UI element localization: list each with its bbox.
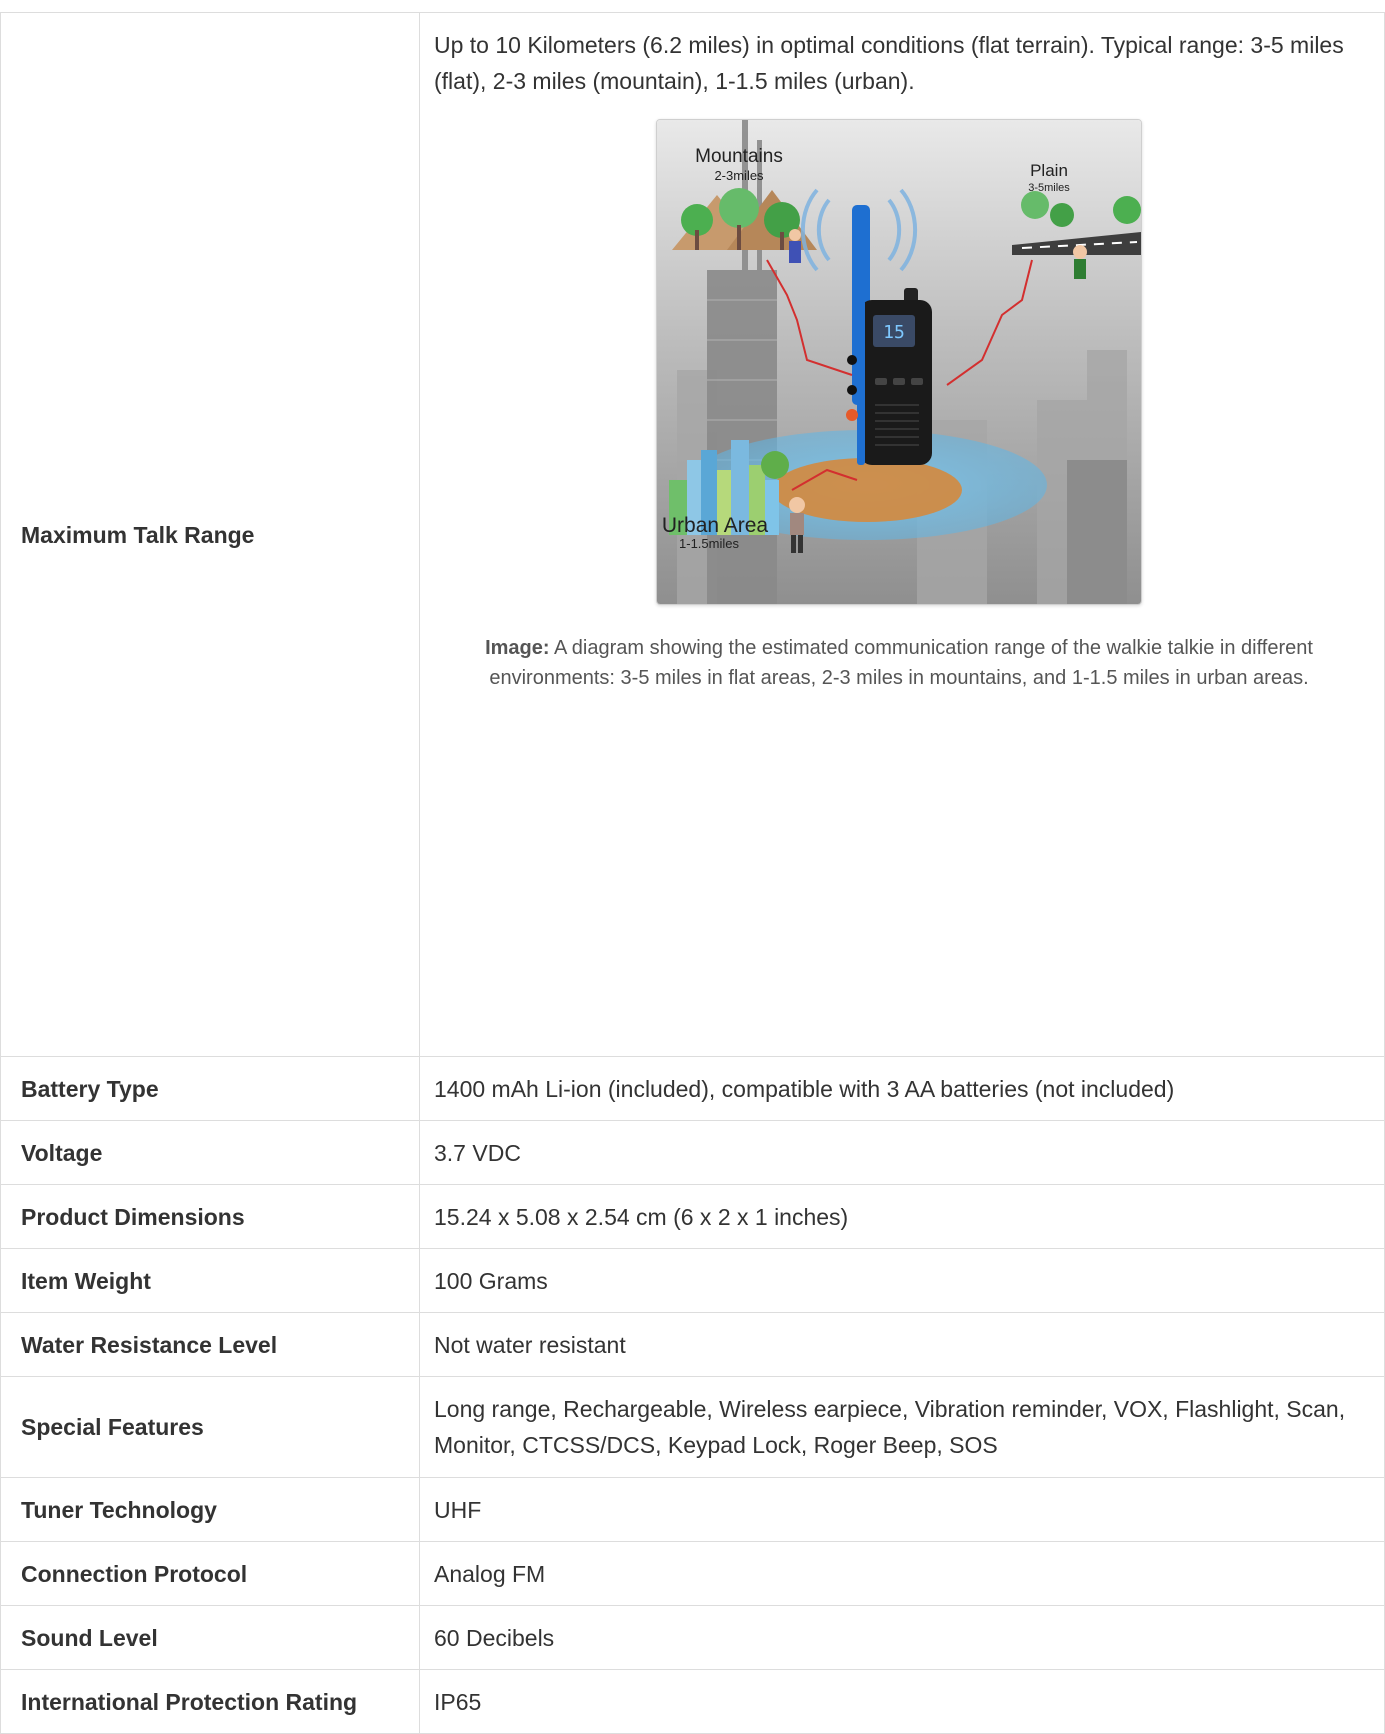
spec-value: Not water resistant (419, 1312, 1385, 1377)
spec-value: Long range, Rechargeable, Wireless earpi… (419, 1376, 1385, 1478)
spec-row: Special Features Long range, Rechargeabl… (0, 1376, 1385, 1478)
spec-value-cell: Up to 10 Kilometers (6.2 miles) in optim… (419, 12, 1385, 1057)
spec-label: International Protection Rating (0, 1669, 420, 1734)
range-diagram-svg: 15 Mountains 2-3miles Plain 3-5miles Urb… (657, 120, 1141, 604)
mountains-label: Mountains (695, 146, 783, 167)
urban-range-label: 1-1.5miles (679, 536, 739, 551)
spec-value: Analog FM (419, 1541, 1385, 1606)
caption-prefix: Image: (485, 637, 550, 659)
spec-row: Product Dimensions 15.24 x 5.08 x 2.54 c… (0, 1184, 1385, 1249)
spec-label: Tuner Technology (0, 1477, 420, 1542)
spec-value: 3.7 VDC (419, 1120, 1385, 1185)
spec-row: Water Resistance Level Not water resista… (0, 1312, 1385, 1377)
spec-label: Maximum Talk Range (0, 12, 420, 1057)
spec-label: Voltage (0, 1120, 420, 1185)
svg-text:15: 15 (883, 322, 905, 343)
urban-label: Urban Area (662, 514, 769, 537)
spec-row: Voltage 3.7 VDC (0, 1120, 1385, 1185)
range-diagram-image: 15 Mountains 2-3miles Plain 3-5miles Urb… (656, 119, 1142, 605)
spec-row: International Protection Rating IP65 (0, 1669, 1385, 1734)
spec-label: Item Weight (0, 1248, 420, 1313)
spec-value: 1400 mAh Li-ion (included), compatible w… (419, 1056, 1385, 1121)
spec-value: 100 Grams (419, 1248, 1385, 1313)
spec-row: Sound Level 60 Decibels (0, 1605, 1385, 1670)
spec-label: Connection Protocol (0, 1541, 420, 1606)
spec-label: Battery Type (0, 1056, 420, 1121)
spec-label: Sound Level (0, 1605, 420, 1670)
specifications-table: Maximum Talk Range Up to 10 Kilometers (… (0, 12, 1385, 1734)
spec-label: Water Resistance Level (0, 1312, 420, 1377)
spec-value: 15.24 x 5.08 x 2.54 cm (6 x 2 x 1 inches… (419, 1184, 1385, 1249)
spec-value: Up to 10 Kilometers (6.2 miles) in optim… (434, 32, 1344, 94)
spec-label: Product Dimensions (0, 1184, 420, 1249)
caption-text: A diagram showing the estimated communic… (489, 637, 1313, 689)
spec-row: Battery Type 1400 mAh Li-ion (included),… (0, 1056, 1385, 1121)
spec-value: UHF (419, 1477, 1385, 1542)
spec-row: Connection Protocol Analog FM (0, 1541, 1385, 1606)
spec-value: 60 Decibels (419, 1605, 1385, 1670)
spec-label: Special Features (0, 1376, 420, 1478)
mountains-range-label: 2-3miles (714, 168, 764, 183)
spec-row-max-talk-range: Maximum Talk Range Up to 10 Kilometers (… (0, 12, 1385, 1057)
spec-row: Tuner Technology UHF (0, 1477, 1385, 1542)
plain-label: Plain (1030, 161, 1068, 180)
plain-range-label: 3-5miles (1028, 182, 1070, 194)
spec-value: IP65 (419, 1669, 1385, 1734)
spec-row: Item Weight 100 Grams (0, 1248, 1385, 1313)
figure-caption: Image: A diagram showing the estimated c… (434, 633, 1364, 693)
range-figure: 15 Mountains 2-3miles Plain 3-5miles Urb… (434, 119, 1364, 693)
